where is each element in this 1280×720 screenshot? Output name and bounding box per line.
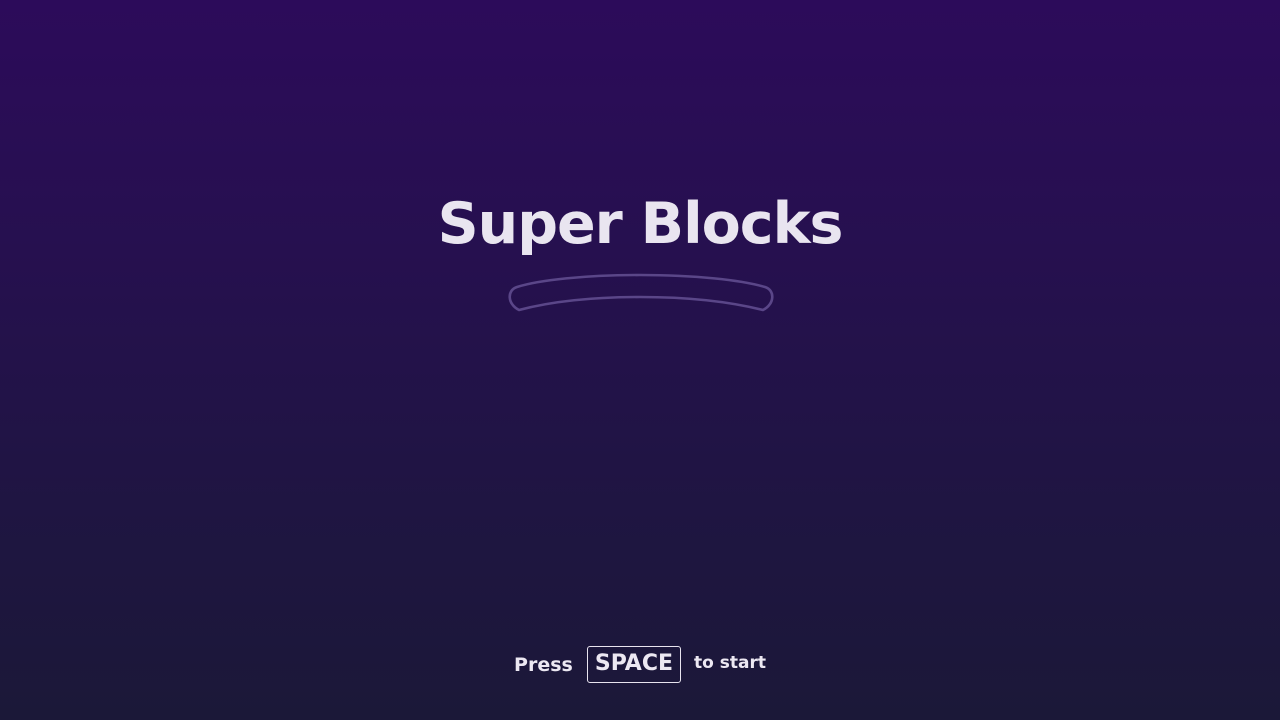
swoosh-underline-icon <box>508 273 774 312</box>
prompt-prefix: Press <box>514 653 573 676</box>
prompt-suffix: to start <box>694 653 766 673</box>
title-screen: Super Blocks Press SPACE to start <box>0 0 1280 720</box>
space-key-badge[interactable]: SPACE <box>586 646 681 683</box>
start-prompt: Press SPACE to start <box>0 646 1280 683</box>
game-title: Super Blocks <box>437 191 844 257</box>
